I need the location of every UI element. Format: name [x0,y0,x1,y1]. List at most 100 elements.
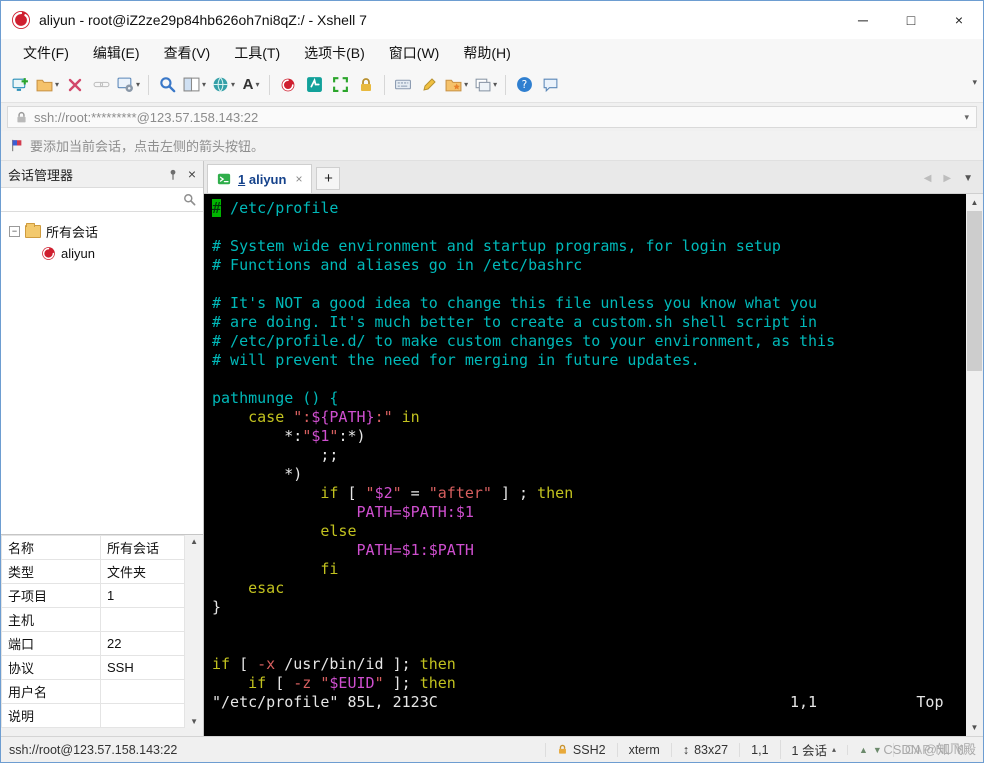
menu-item[interactable]: 文件(F) [11,39,81,67]
menu-item[interactable]: 工具(T) [222,39,292,67]
close-button[interactable]: × [935,1,983,39]
menu-item[interactable]: 帮助(H) [451,39,522,67]
toolbar: ▾ ▾ ▾ ▾ A ▾ ▾ ▾ ? ▾ [1,67,983,103]
property-row[interactable]: 协议 SSH [1,655,186,680]
new-session-button[interactable] [7,71,33,99]
new-tab-button[interactable]: + [316,167,341,190]
disconnect-button[interactable] [62,71,88,99]
menu-item[interactable]: 窗口(W) [377,39,452,67]
property-row[interactable]: 类型 文件夹 [1,559,186,584]
terminal-line: PATH=$1:$PATH [356,541,474,559]
font-button[interactable]: A ▾ [238,71,264,99]
title-bar[interactable]: aliyun - root@iZ2ze29p84hb626oh7ni8qZ:/ … [1,1,983,39]
property-row[interactable]: 说明 [1,703,186,728]
tree-item-all-sessions[interactable]: − 所有会话 [1,220,203,242]
address-field[interactable]: ssh://root:*********@123.57.158.143:22 ▾ [7,106,977,128]
compose-button[interactable] [416,71,442,99]
chevron-down-icon: ▾ [136,80,141,89]
tab-aliyun[interactable]: 1 aliyun × [207,164,313,193]
terminal-line: # System wide environment and startup pr… [212,237,781,255]
terminal-line: PATH=$PATH:$1 [356,503,474,521]
pin-icon[interactable] [167,168,179,181]
windows-icon [475,78,491,92]
terminal-line: esac [248,579,285,597]
favorites-button[interactable]: ▾ [442,71,471,99]
window-layout-button[interactable]: ▾ [471,71,500,99]
status-transfer: ▲ ▼ [846,744,893,755]
panel-close-icon[interactable]: × [188,167,196,181]
menu-item[interactable]: 选项卡(B) [292,39,377,67]
xshell-logo-icon [12,11,30,29]
help-button[interactable]: ? [511,71,537,99]
property-value [99,679,186,704]
open-url-button[interactable]: ▾ [209,71,238,99]
terminal-screen[interactable]: # /etc/profile # System wide environment… [204,194,966,736]
chevron-up-icon[interactable]: ▴ [832,745,836,754]
minimize-button[interactable]: ─ [839,1,887,39]
lock-screen-button[interactable] [353,71,379,99]
session-properties-button[interactable]: ▾ [114,71,143,99]
property-row[interactable]: 端口 22 [1,631,186,656]
split-window-button[interactable]: ▾ [180,71,209,99]
tab-scroll-left-icon[interactable]: ◀ [924,173,932,184]
scroll-up-icon[interactable]: ▲ [190,537,198,546]
property-row[interactable]: 名称 所有会话 [1,535,186,560]
tab-close-icon[interactable]: × [295,172,302,186]
tab-list-icon[interactable]: ▼ [963,173,973,184]
status-session-count[interactable]: 1 会话 ▴ [779,740,847,759]
status-size: ↕ 83x27 [670,742,739,757]
terminal-line: # will prevent the need for merging in f… [212,351,700,369]
download-icon[interactable]: ▼ [873,745,882,755]
menu-item[interactable]: 编辑(E) [81,39,152,67]
address-dropdown-icon[interactable]: ▾ [964,112,969,123]
favorites-folder-icon [445,79,462,92]
property-label: 主机 [1,607,101,632]
tab-scroll-right-icon[interactable]: ▶ [943,173,951,184]
chevron-down-icon: ▾ [493,80,498,89]
virtual-keyboard-button[interactable] [390,71,416,99]
pencil-icon [423,77,436,91]
open-session-button[interactable]: ▾ [33,71,62,99]
scroll-down-icon[interactable]: ▼ [966,719,983,736]
disconnect-icon [68,78,82,91]
open-folder-icon [36,79,53,92]
record-button[interactable] [275,71,301,99]
resize-icon: ↕ [682,742,690,757]
properties-table-body: 名称 所有会话 类型 文件夹 子项目 1 主机 端口 22 协议 SSH 用户名 说明 [1,535,186,728]
lock-icon [361,77,372,91]
link-icon [93,81,109,88]
terminal-scrollbar[interactable]: ▲ ▼ [966,194,983,736]
tree-item-aliyun[interactable]: aliyun [1,242,203,264]
tree-expander-icon[interactable]: − [9,225,20,237]
terminal-line: if [ "$2" = "after" ] ; then [320,484,574,502]
scroll-up-icon[interactable]: ▲ [966,194,983,211]
xftp-button[interactable] [301,71,327,99]
lock-icon [558,744,566,754]
find-button[interactable] [154,71,180,99]
scrollbar-track[interactable] [966,211,983,719]
property-row[interactable]: 用户名 [1,679,186,704]
menu-item[interactable]: 查看(V) [152,39,223,67]
property-row[interactable]: 主机 [1,607,186,632]
terminal-line: fi [320,560,339,578]
upload-icon[interactable]: ▲ [859,745,868,755]
window-title: aliyun - root@iZ2ze29p84hb626oh7ni8qZ:/ … [39,12,367,28]
properties-scrollbar[interactable]: ▲ ▼ [185,535,203,728]
chevron-down-icon: ▾ [231,80,236,89]
help-icon: ? [516,77,532,92]
property-row[interactable]: 子项目 1 [1,583,186,608]
session-search-input[interactable] [8,192,183,207]
fullscreen-button[interactable] [327,71,353,99]
session-manager-header: 会话管理器 × [1,161,203,187]
scroll-down-icon[interactable]: ▼ [190,717,198,726]
reconnect-button[interactable] [88,71,114,99]
toolbar-overflow-icon[interactable]: ▾ [972,77,977,88]
maximize-button[interactable]: □ [887,1,935,39]
feedback-button[interactable] [537,71,563,99]
search-icon[interactable] [183,193,196,206]
session-search-box[interactable] [1,187,203,212]
terminal-column: 1 aliyun × + ◀ ▶ ▼ # /etc/profile # Syst… [204,161,983,736]
scrollbar-thumb[interactable] [967,211,982,371]
